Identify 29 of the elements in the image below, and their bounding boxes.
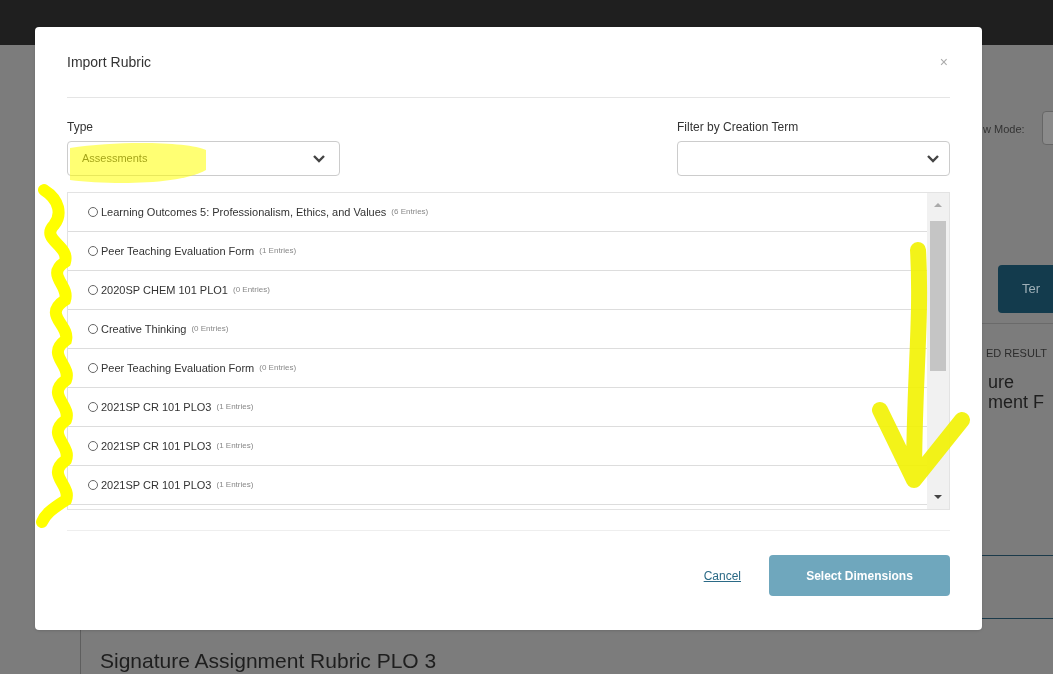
- rubric-option[interactable]: 2021SP CR 101 PLO3 (1 Entries): [68, 388, 927, 427]
- cancel-link[interactable]: Cancel: [703, 566, 741, 585]
- radio-button[interactable]: [88, 285, 98, 295]
- heading-text: ure: [988, 372, 1015, 392]
- rubric-option[interactable]: Peer Teaching Evaluation Form (0 Entries): [68, 349, 927, 388]
- chevron-down-icon: [927, 154, 939, 163]
- rubric-option[interactable]: Peer Teaching Evaluation Form (1 Entries): [68, 232, 927, 271]
- heading-text: ment F: [988, 392, 1044, 412]
- rubric-option[interactable]: 2021SP CR 101 PLO3 (1 Entries): [68, 466, 927, 505]
- dialog-title: Import Rubric: [67, 52, 152, 72]
- view-mode-label: w Mode:: [983, 122, 1025, 137]
- scrollbar[interactable]: [927, 193, 949, 509]
- field-label: Type: [67, 119, 94, 136]
- field-label: Filter by Creation Term: [677, 119, 800, 136]
- radio-button[interactable]: [88, 246, 98, 256]
- page-title: Signature Assignment Rubric PLO 3: [100, 649, 437, 673]
- term-button[interactable]: Ter: [998, 265, 1053, 313]
- section-label: ED RESULT: [986, 346, 1047, 361]
- radio-button[interactable]: [88, 363, 98, 373]
- chevron-down-icon: [313, 154, 325, 163]
- radio-button[interactable]: [88, 324, 98, 334]
- rubric-option[interactable]: 2020SP CHEM 101 PLO1 (0 Entries): [68, 271, 927, 310]
- radio-button[interactable]: [88, 480, 98, 490]
- radio-button[interactable]: [88, 207, 98, 217]
- radio-button[interactable]: [88, 402, 98, 412]
- rubric-option[interactable]: 2021SP CR 101 PLO3 (1 Entries): [68, 427, 927, 466]
- radio-button[interactable]: [88, 441, 98, 451]
- rubric-option[interactable]: Learning Outcomes 5: Professionalism, Ethics, and Values (6 Entries): [68, 193, 927, 232]
- rubric-option[interactable]: Creative Thinking (0 Entries): [68, 310, 927, 349]
